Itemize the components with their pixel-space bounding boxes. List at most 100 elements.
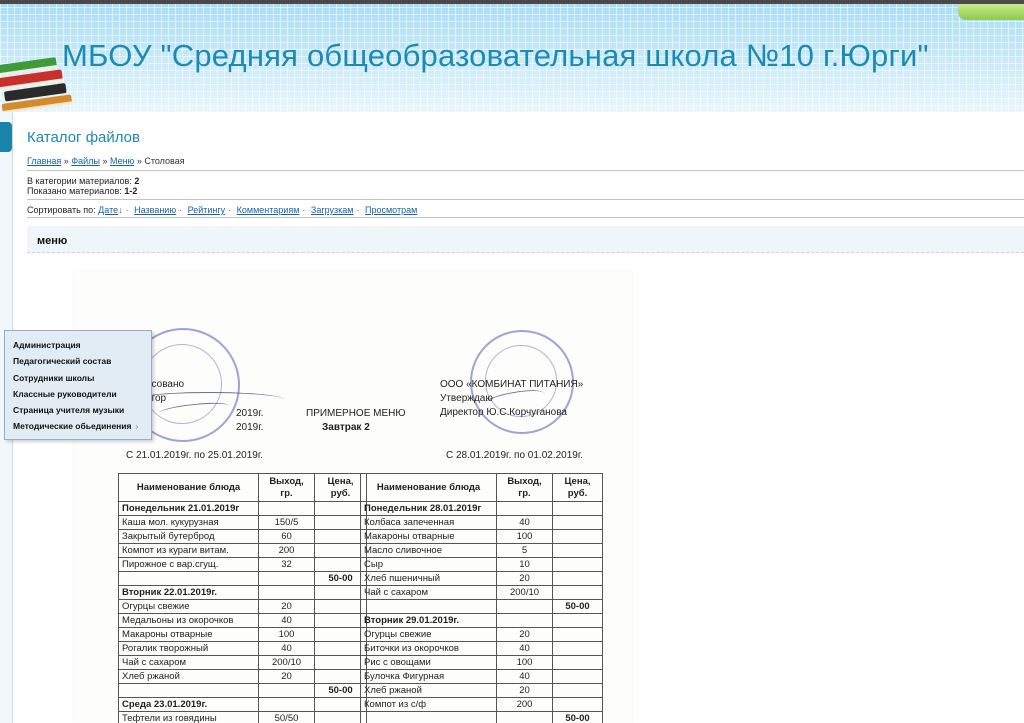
sort-by-date[interactable]: Дате: [98, 205, 118, 215]
breadcrumb-home[interactable]: Главная: [27, 156, 61, 166]
cell-dish: Чай с сахаром: [360, 585, 497, 600]
cell-dish: [118, 571, 259, 586]
cell-dish: Тефтели из говядины: [118, 711, 259, 723]
cell-price: [552, 515, 603, 530]
shown-label: Показано материалов:: [27, 186, 122, 196]
table-row: Огурцы свежие 20: [360, 627, 603, 642]
table-row: Чай с сахаром 200/10: [360, 585, 603, 600]
table-row: Рогалик творожный 40: [118, 641, 367, 656]
sort-by-name[interactable]: Названию: [134, 205, 176, 215]
cell-output: 32: [258, 557, 315, 572]
cell-output: 50/50: [258, 711, 315, 723]
cell-dish: Сыр: [360, 557, 497, 572]
entry-header: меню: [27, 226, 1024, 253]
cell-output: 100: [258, 627, 315, 642]
table-row: Понедельник 21.01.2019г: [118, 501, 367, 516]
cell-dish: Хлеб ржаной: [118, 669, 259, 684]
table-row: Рис с овощами 100: [360, 655, 603, 670]
top-right-tab[interactable]: [958, 4, 1024, 20]
sort-by-views[interactable]: Просмотрам: [365, 205, 417, 215]
site-header: МБОУ "Средняя общеобразовательная школа …: [0, 0, 1024, 112]
cell-output: [496, 711, 553, 723]
menu-item-class-teachers[interactable]: Классные руководители: [13, 389, 117, 399]
divider: [27, 217, 1024, 218]
cell-price: [314, 529, 367, 544]
cell-price: [552, 655, 603, 670]
entry-title[interactable]: меню: [37, 235, 67, 247]
table-row: Компот из с/ф 200: [360, 697, 603, 712]
doc-right-head-1: ООО «КОМБИНАТ ПИТАНИЯ»: [440, 379, 584, 390]
page-title: Каталог файлов: [27, 129, 140, 146]
menu-item-administration[interactable]: Администрация: [13, 340, 81, 350]
sort-by-comments[interactable]: Комментариям: [237, 205, 300, 215]
col-header-dish: Наименование блюда: [118, 473, 259, 502]
breadcrumb-menu[interactable]: Меню: [110, 156, 134, 166]
cell-dish: Масло сливочное: [360, 543, 497, 558]
cell-output: 20: [496, 571, 553, 586]
cell-output: 20: [258, 669, 315, 684]
cell-dish: Хлеб пшеничный: [360, 571, 497, 586]
cell-price: [314, 655, 367, 670]
col-header-output: Выход, гр.: [496, 473, 553, 502]
col-header-price: Цена, руб.: [552, 473, 603, 502]
cell-dish: Компот из кураги витам.: [118, 543, 259, 558]
table-row: 50-00: [118, 683, 367, 698]
doc-center-subtitle: Завтрак 2: [322, 422, 370, 433]
doc-right-head-3: Директор Ю.С.Корчуганова: [440, 407, 567, 418]
col-header-dish: Наименование блюда: [360, 473, 497, 502]
cell-price: [314, 543, 367, 558]
menu-item-music-teacher[interactable]: Страница учителя музыки: [13, 405, 124, 415]
cell-price: [552, 613, 603, 628]
cell-dish: Биточки из окорочков: [360, 641, 497, 656]
table-row: Каша мол. кукурузная 150/5: [118, 515, 367, 530]
cell-dish: Компот из с/ф: [360, 697, 497, 712]
table-row: Сыр 10: [360, 557, 603, 572]
menu-item-teaching-staff[interactable]: Педагогический состав: [13, 356, 111, 366]
table-row: Среда 23.01.2019г.: [118, 697, 367, 712]
table-row: Хлеб ржаной 20: [360, 683, 603, 698]
divider: [27, 170, 1024, 171]
cell-dish: Понедельник 21.01.2019г: [118, 501, 259, 516]
cell-output: 20: [258, 599, 315, 614]
submenu-arrow-icon: ›: [135, 421, 139, 431]
cell-output: [496, 599, 553, 614]
table-row: 50-00: [118, 571, 367, 586]
cell-output: 20: [496, 683, 553, 698]
cell-output: 20: [496, 627, 553, 642]
doc-left-period: С 21.01.2019г. по 25.01.2019г.: [126, 450, 264, 461]
table-row: Тефтели из говядины 50/50: [118, 711, 367, 723]
sort-by-rating[interactable]: Рейтингу: [188, 205, 226, 215]
table-row: Компот из кураги витам. 200: [118, 543, 367, 558]
cell-price: 50-00: [552, 711, 603, 723]
table-row: Пирожное с вар.сгущ. 32: [118, 557, 367, 572]
sort-by-downloads[interactable]: Загрузкам: [311, 205, 354, 215]
menu-document-image[interactable]: асовано ктор 2019г. 2019г. ПРИМЕРНОЕ МЕН…: [74, 272, 632, 723]
cell-price: [314, 641, 367, 656]
cell-price: [314, 599, 367, 614]
table-row: Вторник 29.01.2019г.: [360, 613, 603, 628]
cell-dish: Вторник 22.01.2019г.: [118, 585, 259, 600]
cell-price: [552, 585, 603, 600]
cell-output: [258, 571, 315, 586]
cell-price: [314, 515, 367, 530]
cell-output: 10: [496, 557, 553, 572]
rail-tab[interactable]: [0, 122, 12, 152]
cell-price: [552, 641, 603, 656]
cell-dish: Понедельник 28.01.2019г: [360, 501, 497, 516]
menu-item-school-staff[interactable]: Сотрудники школы: [13, 373, 94, 383]
sort-active-arrow-icon: ↓: [118, 205, 123, 215]
cell-output: 200/10: [496, 585, 553, 600]
cell-price: [552, 683, 603, 698]
cell-output: 200/10: [258, 655, 315, 670]
cell-dish: Медальоны из окорочков: [118, 613, 259, 628]
breadcrumb-separator: »: [102, 156, 108, 166]
in-category-value: 2: [134, 176, 140, 186]
doc-right-period: С 28.01.2019г. по 01.02.2019г.: [446, 450, 584, 461]
breadcrumb-files[interactable]: Файлы: [71, 156, 100, 166]
cell-output: [496, 501, 553, 516]
menu-item-methodical-associations[interactable]: Методические обьединения ›: [13, 421, 138, 431]
table-row: Колбаса запеченная 40: [360, 515, 603, 530]
cell-price: [552, 669, 603, 684]
table-row: Вторник 22.01.2019г.: [118, 585, 367, 600]
doc-center-title: ПРИМЕРНОЕ МЕНЮ: [306, 408, 406, 419]
